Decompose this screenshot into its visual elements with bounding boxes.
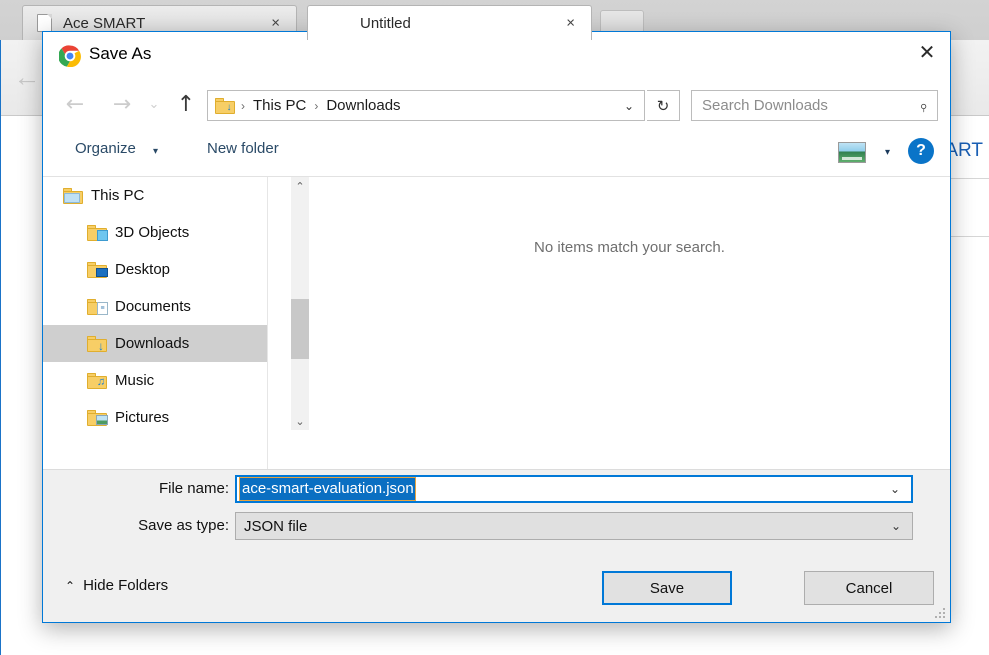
breadcrumb-downloads[interactable]: Downloads xyxy=(324,97,402,114)
page-icon xyxy=(37,14,52,32)
file-list[interactable]: No items match your search. xyxy=(309,177,950,469)
browser-back-icon[interactable]: ← xyxy=(8,58,46,96)
file-name-label: File name: xyxy=(158,480,229,497)
scrollbar-thumb[interactable] xyxy=(291,299,309,359)
command-bar: Organize ▾ New folder ▾ ? xyxy=(43,128,950,176)
back-button[interactable]: ← xyxy=(58,88,92,120)
navigation-bar: ← → ⌄ ↑ ↓ › This PC › Downloads ⌄ ↻ Sear… xyxy=(43,80,950,128)
view-mode-icon[interactable] xyxy=(838,142,866,163)
tree-item-music[interactable]: ♫ Music xyxy=(43,362,267,399)
scroll-up-icon[interactable]: ⌃ xyxy=(291,177,309,195)
save-as-type-label: Save as type: xyxy=(138,517,229,534)
close-icon[interactable]: ✕ xyxy=(904,32,950,72)
tree-item-label: Downloads xyxy=(115,335,190,352)
breadcrumb-this-pc[interactable]: This PC xyxy=(251,97,308,114)
chevron-down-icon[interactable]: ▾ xyxy=(885,147,890,158)
tree-item-documents[interactable]: ≡ Documents xyxy=(43,288,267,325)
folder-tree: This PC 3D Objects Desktop ≡ Documents ↓… xyxy=(43,177,267,469)
tree-item-label: Music xyxy=(115,372,155,389)
file-name-value[interactable]: ace-smart-evaluation.json xyxy=(239,477,416,501)
forward-button[interactable]: → xyxy=(105,88,139,120)
chevron-down-icon[interactable]: ⌄ xyxy=(891,519,901,533)
breadcrumb-separator: › xyxy=(314,98,319,113)
address-bar[interactable]: ↓ › This PC › Downloads ⌄ xyxy=(207,90,645,121)
tree-item-downloads[interactable]: ↓ Downloads xyxy=(43,325,267,362)
chrome-icon xyxy=(59,45,81,67)
save-as-type-select[interactable]: JSON file ⌄ xyxy=(235,512,913,540)
desktop-folder-icon xyxy=(87,261,108,278)
tree-item-desktop[interactable]: Desktop xyxy=(43,251,267,288)
music-folder-icon: ♫ xyxy=(87,372,107,389)
chevron-up-icon: ⌃ xyxy=(65,578,76,593)
window-edge xyxy=(0,40,1,655)
scroll-down-icon[interactable]: ⌄ xyxy=(291,412,309,430)
dialog-title: Save As xyxy=(89,44,152,63)
save-as-dialog: Save As ✕ ← → ⌄ ↑ ↓ › This PC › Download… xyxy=(42,31,951,623)
divider xyxy=(267,177,268,469)
help-button[interactable]: ? xyxy=(908,138,934,164)
tree-item-pictures[interactable]: Pictures xyxy=(43,399,267,436)
tree-item-label: Pictures xyxy=(115,409,170,426)
new-folder-button[interactable]: New folder xyxy=(207,140,279,157)
tree-item-label: Desktop xyxy=(115,261,171,278)
tree-item-3d-objects[interactable]: 3D Objects xyxy=(43,214,267,251)
close-icon[interactable]: × xyxy=(566,16,575,31)
dialog-footer: ⌃ Hide Folders Save Cancel xyxy=(43,561,950,622)
resize-grip[interactable] xyxy=(933,606,945,618)
search-input[interactable]: Search Downloads xyxy=(702,97,828,114)
tree-item-label: 3D Objects xyxy=(115,224,190,241)
hide-folders-label: Hide Folders xyxy=(83,577,169,594)
computer-folder-icon xyxy=(63,187,83,204)
refresh-button[interactable]: ↻ xyxy=(647,90,680,121)
downloads-folder-icon: ↓ xyxy=(87,335,107,352)
downloads-folder-icon: ↓ xyxy=(215,97,235,114)
organize-button[interactable]: Organize xyxy=(75,140,136,157)
cancel-button[interactable]: Cancel xyxy=(804,571,934,605)
empty-state-message: No items match your search. xyxy=(534,239,725,256)
tree-item-label: Documents xyxy=(115,298,191,315)
tree-item-label: This PC xyxy=(91,187,145,204)
tab-label: Ace SMART xyxy=(63,14,146,32)
hide-folders-button[interactable]: ⌃ Hide Folders xyxy=(65,577,168,594)
close-icon[interactable]: × xyxy=(271,16,280,31)
tab-label: Untitled xyxy=(360,14,411,32)
search-box[interactable]: Search Downloads ⌕ xyxy=(691,90,938,121)
recent-locations-button[interactable]: ⌄ xyxy=(143,88,165,120)
file-fields: File name: ace-smart-evaluation.json ⌄ S… xyxy=(43,469,950,561)
screen: Ace SMART × Untitled × ← ART Save As ✕ ←… xyxy=(0,0,989,655)
pictures-folder-icon xyxy=(87,409,108,426)
chevron-down-icon[interactable]: ⌄ xyxy=(624,99,634,113)
search-icon: ⌕ xyxy=(913,96,933,115)
file-name-input[interactable]: ace-smart-evaluation.json ⌄ xyxy=(235,475,913,503)
documents-folder-icon: ≡ xyxy=(87,298,108,315)
chevron-down-icon[interactable]: ⌄ xyxy=(890,482,900,496)
breadcrumb-separator: › xyxy=(241,98,245,113)
dialog-body: This PC 3D Objects Desktop ≡ Documents ↓… xyxy=(43,176,950,469)
up-button[interactable]: ↑ xyxy=(169,88,203,120)
browser-tab-untitled[interactable]: Untitled × xyxy=(307,5,592,40)
tree-item-this-pc[interactable]: This PC xyxy=(43,177,267,214)
save-button[interactable]: Save xyxy=(602,571,732,605)
tree-scrollbar[interactable]: ⌃ ⌄ xyxy=(291,177,309,430)
chevron-down-icon[interactable]: ▾ xyxy=(153,146,158,157)
save-as-type-value: JSON file xyxy=(244,517,308,535)
3d-objects-folder-icon xyxy=(87,224,108,241)
